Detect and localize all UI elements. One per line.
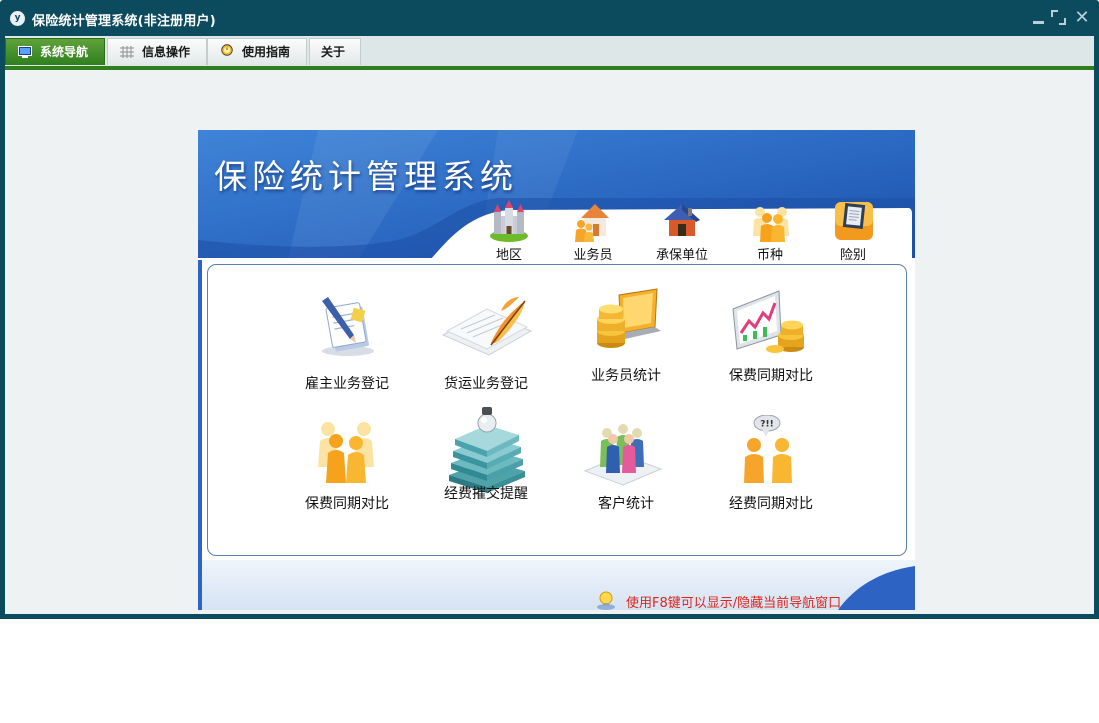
tab-label: 关于 — [321, 45, 346, 59]
item-employer-registration[interactable]: 雇主业务登记 — [282, 295, 412, 407]
restore-icon — [1051, 10, 1058, 17]
app-logo-icon: y — [10, 11, 25, 26]
tab-label: 使用指南 — [242, 45, 291, 59]
people-group-icon — [753, 207, 789, 242]
house-icon — [664, 204, 700, 236]
people-figures-icon — [583, 424, 663, 486]
clock-icon — [221, 44, 233, 56]
people-group-icon — [318, 422, 374, 483]
tab-label: 信息操作 — [142, 45, 191, 59]
app-window: y 保险统计管理系统(非注册用户) ✕ 系统导航 信息操作 使用指南 关于 保险… — [0, 0, 1099, 619]
castle-icon — [490, 200, 528, 242]
category-insurance-type[interactable]: 险别 — [813, 200, 893, 263]
tab-label: 系统导航 — [40, 45, 89, 59]
item-label: 经费同期对比 — [729, 496, 813, 512]
close-button[interactable]: ✕ — [1073, 9, 1091, 27]
panel-footer: 使用F8键可以显示/隐藏当前导航窗口 — [198, 560, 915, 610]
category-label: 地区 — [495, 248, 522, 263]
monitor-icon — [18, 46, 32, 58]
svg-text:?!!: ?!! — [760, 420, 773, 430]
item-label: 雇主业务登记 — [305, 376, 389, 392]
item-label: 业务员统计 — [591, 368, 661, 384]
grid-icon — [120, 46, 134, 58]
tab-underline — [5, 66, 1094, 70]
category-currency[interactable]: 币种 — [730, 200, 810, 263]
talking-people-icon: ?!! — [744, 415, 792, 483]
books-bulb-icon — [449, 407, 525, 493]
category-label: 承保单位 — [655, 248, 708, 263]
notebook-icon — [835, 202, 873, 240]
item-expense-comparison[interactable]: ?!! 经费同期对比 — [706, 415, 836, 527]
item-label: 经费摧交提醒 — [444, 486, 528, 502]
function-grid: 雇主业务登记 货运业务登记 业务员统计 保费同期对比 保费同期对比 经费摧交提醒… — [207, 264, 907, 556]
category-label: 业务员 — [573, 248, 613, 263]
tab-about[interactable]: 关于 — [309, 38, 361, 65]
f8-hint: 使用F8键可以显示/隐藏当前导航窗口 — [626, 596, 842, 610]
close-icon: ✕ — [1074, 7, 1090, 28]
coins-laptop-icon — [597, 288, 661, 348]
tab-info-operations[interactable]: 信息操作 — [107, 38, 207, 65]
restore-button[interactable] — [1050, 9, 1068, 27]
pen-document-icon — [322, 297, 374, 356]
house-people-icon — [575, 204, 609, 242]
item-label: 客户统计 — [598, 496, 654, 512]
item-cargo-registration[interactable]: 货运业务登记 — [421, 295, 551, 407]
tab-user-guide[interactable]: 使用指南 — [207, 38, 307, 65]
minimize-button[interactable] — [1029, 9, 1047, 27]
item-customer-stats[interactable]: 客户统计 — [561, 415, 691, 527]
tab-bar: 系统导航 信息操作 使用指南 关于 — [5, 36, 1094, 66]
navigation-panel: 保险统计管理系统 地区 业务员 承保单位 币种 险别 雇主业务登记 货运业务登记… — [198, 130, 915, 610]
tab-system-nav[interactable]: 系统导航 — [5, 38, 105, 65]
item-premium-comparison-2[interactable]: 保费同期对比 — [282, 415, 412, 527]
feather-paper-icon — [441, 297, 533, 356]
category-underwriter[interactable]: 承保单位 — [642, 200, 722, 263]
bulb-hint-icon — [597, 591, 615, 610]
item-label: 保费同期对比 — [305, 496, 389, 512]
category-salesperson[interactable]: 业务员 — [553, 200, 633, 263]
chart-coins-icon — [732, 290, 804, 353]
category-label: 险别 — [839, 248, 866, 263]
item-expense-reminder[interactable]: 经费摧交提醒 — [421, 405, 551, 517]
title-bar[interactable]: y 保险统计管理系统(非注册用户) ✕ — [0, 0, 1099, 36]
category-region[interactable]: 地区 — [469, 200, 549, 263]
window-title: 保险统计管理系统(非注册用户) — [32, 14, 216, 29]
item-premium-comparison[interactable]: 保费同期对比 — [706, 287, 836, 399]
category-label: 币种 — [756, 248, 783, 263]
item-label: 货运业务登记 — [444, 376, 528, 392]
item-label: 保费同期对比 — [729, 368, 813, 384]
banner-title: 保险统计管理系统 — [214, 157, 518, 196]
item-salesperson-stats[interactable]: 业务员统计 — [561, 287, 691, 399]
